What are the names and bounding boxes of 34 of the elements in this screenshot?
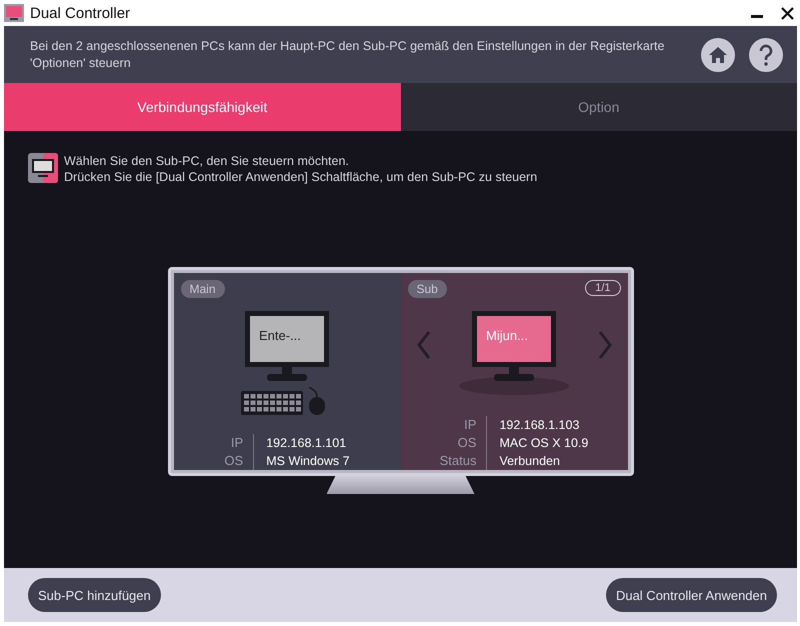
field-value: 192.168.1.103 <box>499 417 580 434</box>
instruction-text: Wählen Sie den Sub-PC, den Sie steuern möchten. <box>64 153 350 169</box>
field-label: OS <box>440 434 488 452</box>
field-value: Verbunden <box>499 453 561 470</box>
home-button[interactable] <box>701 38 735 72</box>
apply-button[interactable]: Dual Controller Anwenden <box>606 578 777 612</box>
close-icon[interactable] <box>781 6 794 20</box>
field-label: IP <box>440 416 488 434</box>
main-badge: Main <box>180 280 225 298</box>
tab[interactable]: Verbindungsfähigkeit <box>4 83 400 131</box>
field-value: MAC OS X 10.9 <box>499 435 588 452</box>
monitor-icon <box>28 153 58 183</box>
help-button[interactable] <box>749 38 783 72</box>
field-label: OS <box>224 452 254 470</box>
field-value: 192.168.1.101 <box>266 435 348 452</box>
app-icon <box>4 4 24 22</box>
add-sub-pc-button[interactable]: Sub-PC hinzufügen <box>28 578 161 612</box>
home-icon <box>708 46 728 64</box>
field-value: MS Windows 7 <box>266 453 350 470</box>
instruction-text: Drücken Sie die [Dual Controller Anwenden] Schaltfläche, um den Sub-PC zu steuern <box>64 169 538 185</box>
monitor-icon <box>245 311 329 383</box>
screen-label: Mijun... <box>486 328 528 343</box>
window-title: Dual Controller <box>30 4 132 22</box>
question-icon <box>759 44 773 66</box>
monitor-icon <box>472 311 556 383</box>
tab[interactable]: Option <box>400 83 797 131</box>
field-label: Status <box>440 452 488 470</box>
field-label: IP <box>224 434 254 452</box>
screen-label: Ente-... <box>259 328 301 343</box>
header-description: Bei den 2 angeschlossenenen PCs kann der Haupt-PC den Sub-PC gemäß den Einstellungen in der Registerkarte 'Optionen' steuern <box>30 38 666 72</box>
sub-badge: Sub <box>408 280 447 298</box>
main-pc-panel[interactable]: Main Ente-... IP 192.168.1.101 OS MS Windows 7 <box>174 273 400 470</box>
page-indicator: 1/1 <box>585 280 620 296</box>
shadow-icon <box>459 377 569 395</box>
